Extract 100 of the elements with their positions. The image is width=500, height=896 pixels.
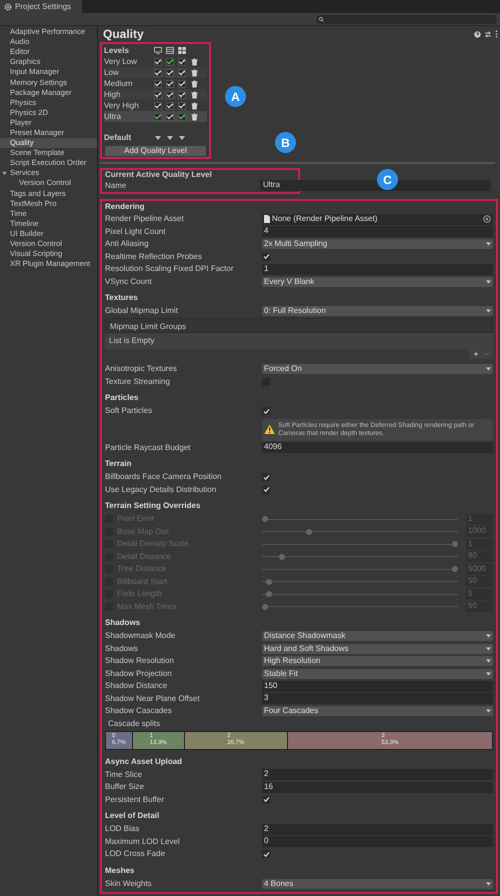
level-name[interactable]: Very Low [104,56,154,66]
field-label: LOD Cross Fade [105,849,166,860]
dropdown[interactable]: Distance Shadowmask [262,631,493,642]
caret-icon [486,242,491,246]
target-icon[interactable] [483,215,491,224]
search-icon [319,16,324,22]
number-field[interactable]: 16 [262,782,493,793]
field-label: Anti Aliasing [105,239,150,250]
slider-thumb[interactable] [262,516,268,522]
field-label: Persistent Buffer [105,794,165,805]
caret-icon [486,646,491,651]
field-label: Shadow Cascades [105,706,173,716]
slider-thumb[interactable] [452,566,458,572]
number-field[interactable]: 2 [262,769,493,780]
level-name[interactable]: Very High [104,100,154,110]
trash-icon[interactable] [191,90,198,98]
field-label: Resolution Scaling Fixed DPI Factor [105,264,234,274]
section-header: Shadows [105,617,142,629]
check-icon [262,796,270,804]
section-header: Level of Detail [105,810,160,822]
add-quality-level-button[interactable]: Add Quality Level [105,146,206,156]
dropdown[interactable]: Stable Fit [262,668,493,679]
number-field[interactable]: 4 [262,226,493,238]
dropdown[interactable]: 4 Bones [262,878,493,889]
caret-icon [486,280,491,284]
check-icon [262,850,270,858]
slider-thumb[interactable] [262,604,268,610]
slider-thumb[interactable] [266,591,272,598]
callout-badge: A [225,86,246,107]
field-label: Cascade splits [107,718,162,730]
monitor-icon [154,47,162,54]
caret-icon [486,882,491,886]
number-field[interactable]: 0 [262,836,493,848]
server-icon [166,47,174,54]
field-label: LOD Bias [105,824,140,834]
section-header: Async Asset Upload [105,756,184,768]
window-tab[interactable]: Project Settings [0,0,82,13]
section-header: Particles [105,392,140,404]
section-header: Meshes [105,864,136,876]
field-label: Particle Raycast Budget [105,442,192,453]
field-label: Billboards Face Camera Position [105,472,222,482]
field-label: Skin Weights [105,878,153,889]
level-name[interactable]: Medium [104,78,154,88]
search-field[interactable] [316,14,497,24]
trash-icon[interactable] [191,80,198,88]
field-label: Texture Streaming [105,376,171,387]
number-field[interactable]: 150 [262,680,493,692]
number-field[interactable]: 4096 [262,442,493,454]
trash-icon[interactable] [191,58,198,66]
field-label: Shadowmask Mode [105,631,176,642]
dropdown[interactable]: Hard and Soft Shadows [262,644,493,654]
page-title: Quality [103,27,144,41]
section-header: Current Active Quality Level [105,170,213,181]
dropdown[interactable]: Every V Blank [262,276,493,287]
trash-icon[interactable] [191,102,198,110]
slider-thumb[interactable] [266,578,272,585]
caret-icon[interactable] [2,170,7,176]
field-label: Render Pipeline Asset [105,214,185,224]
dropdown[interactable]: High Resolution [262,656,493,666]
list-empty-message: List is Empty [105,333,493,349]
number-field[interactable]: 1 [262,264,493,275]
field-label: VSync Count [105,276,153,287]
dropdown[interactable]: 2x Multi Sampling [262,239,493,250]
dropdown[interactable]: Four Cascades [262,706,493,716]
field-label: Name [105,181,126,192]
field-label: Shadow Resolution [105,656,175,666]
add-button[interactable]: + [473,349,479,359]
caret-icon [486,672,491,676]
field-label: Soft Particles [105,406,154,416]
field-label: Shadow Distance [105,681,168,692]
field-label: Pixel Light Count [105,226,166,237]
warning-icon [264,422,276,437]
field-label: Realtime Reflection Probes [105,252,203,262]
caret-icon [486,367,491,372]
dropdown[interactable]: 0: Full Resolution [262,306,493,316]
file-icon [264,215,270,224]
section-header: Rendering [105,201,146,213]
check-icon [262,253,270,260]
field-label: Maximum LOD Level [105,836,181,847]
dropdown[interactable]: Forced On [262,364,493,374]
trash-icon[interactable] [191,112,198,120]
help-icon[interactable] [474,30,481,38]
slider-thumb[interactable] [279,554,286,560]
field-label: Global Mipmap Limit [105,306,179,316]
slider-thumb[interactable] [452,541,458,548]
trash-icon[interactable] [191,68,198,76]
field-label: Time Slice [105,770,144,780]
number-field[interactable]: 3 [262,693,493,704]
default-label: Default [104,132,132,142]
caret-icon [486,634,491,638]
levels-header: Levels [104,46,130,56]
field-label: Shadow Near Plane Offset [105,694,201,704]
callout-badge: C [377,169,398,190]
callout-badge: B [275,132,296,153]
field-label: Anisotropic Textures [105,364,178,374]
menu-icon[interactable] [495,30,498,38]
slider-thumb[interactable] [306,528,312,535]
preset-icon[interactable] [484,30,492,38]
number-field[interactable]: 2 [262,824,493,835]
caret-icon [486,309,491,314]
